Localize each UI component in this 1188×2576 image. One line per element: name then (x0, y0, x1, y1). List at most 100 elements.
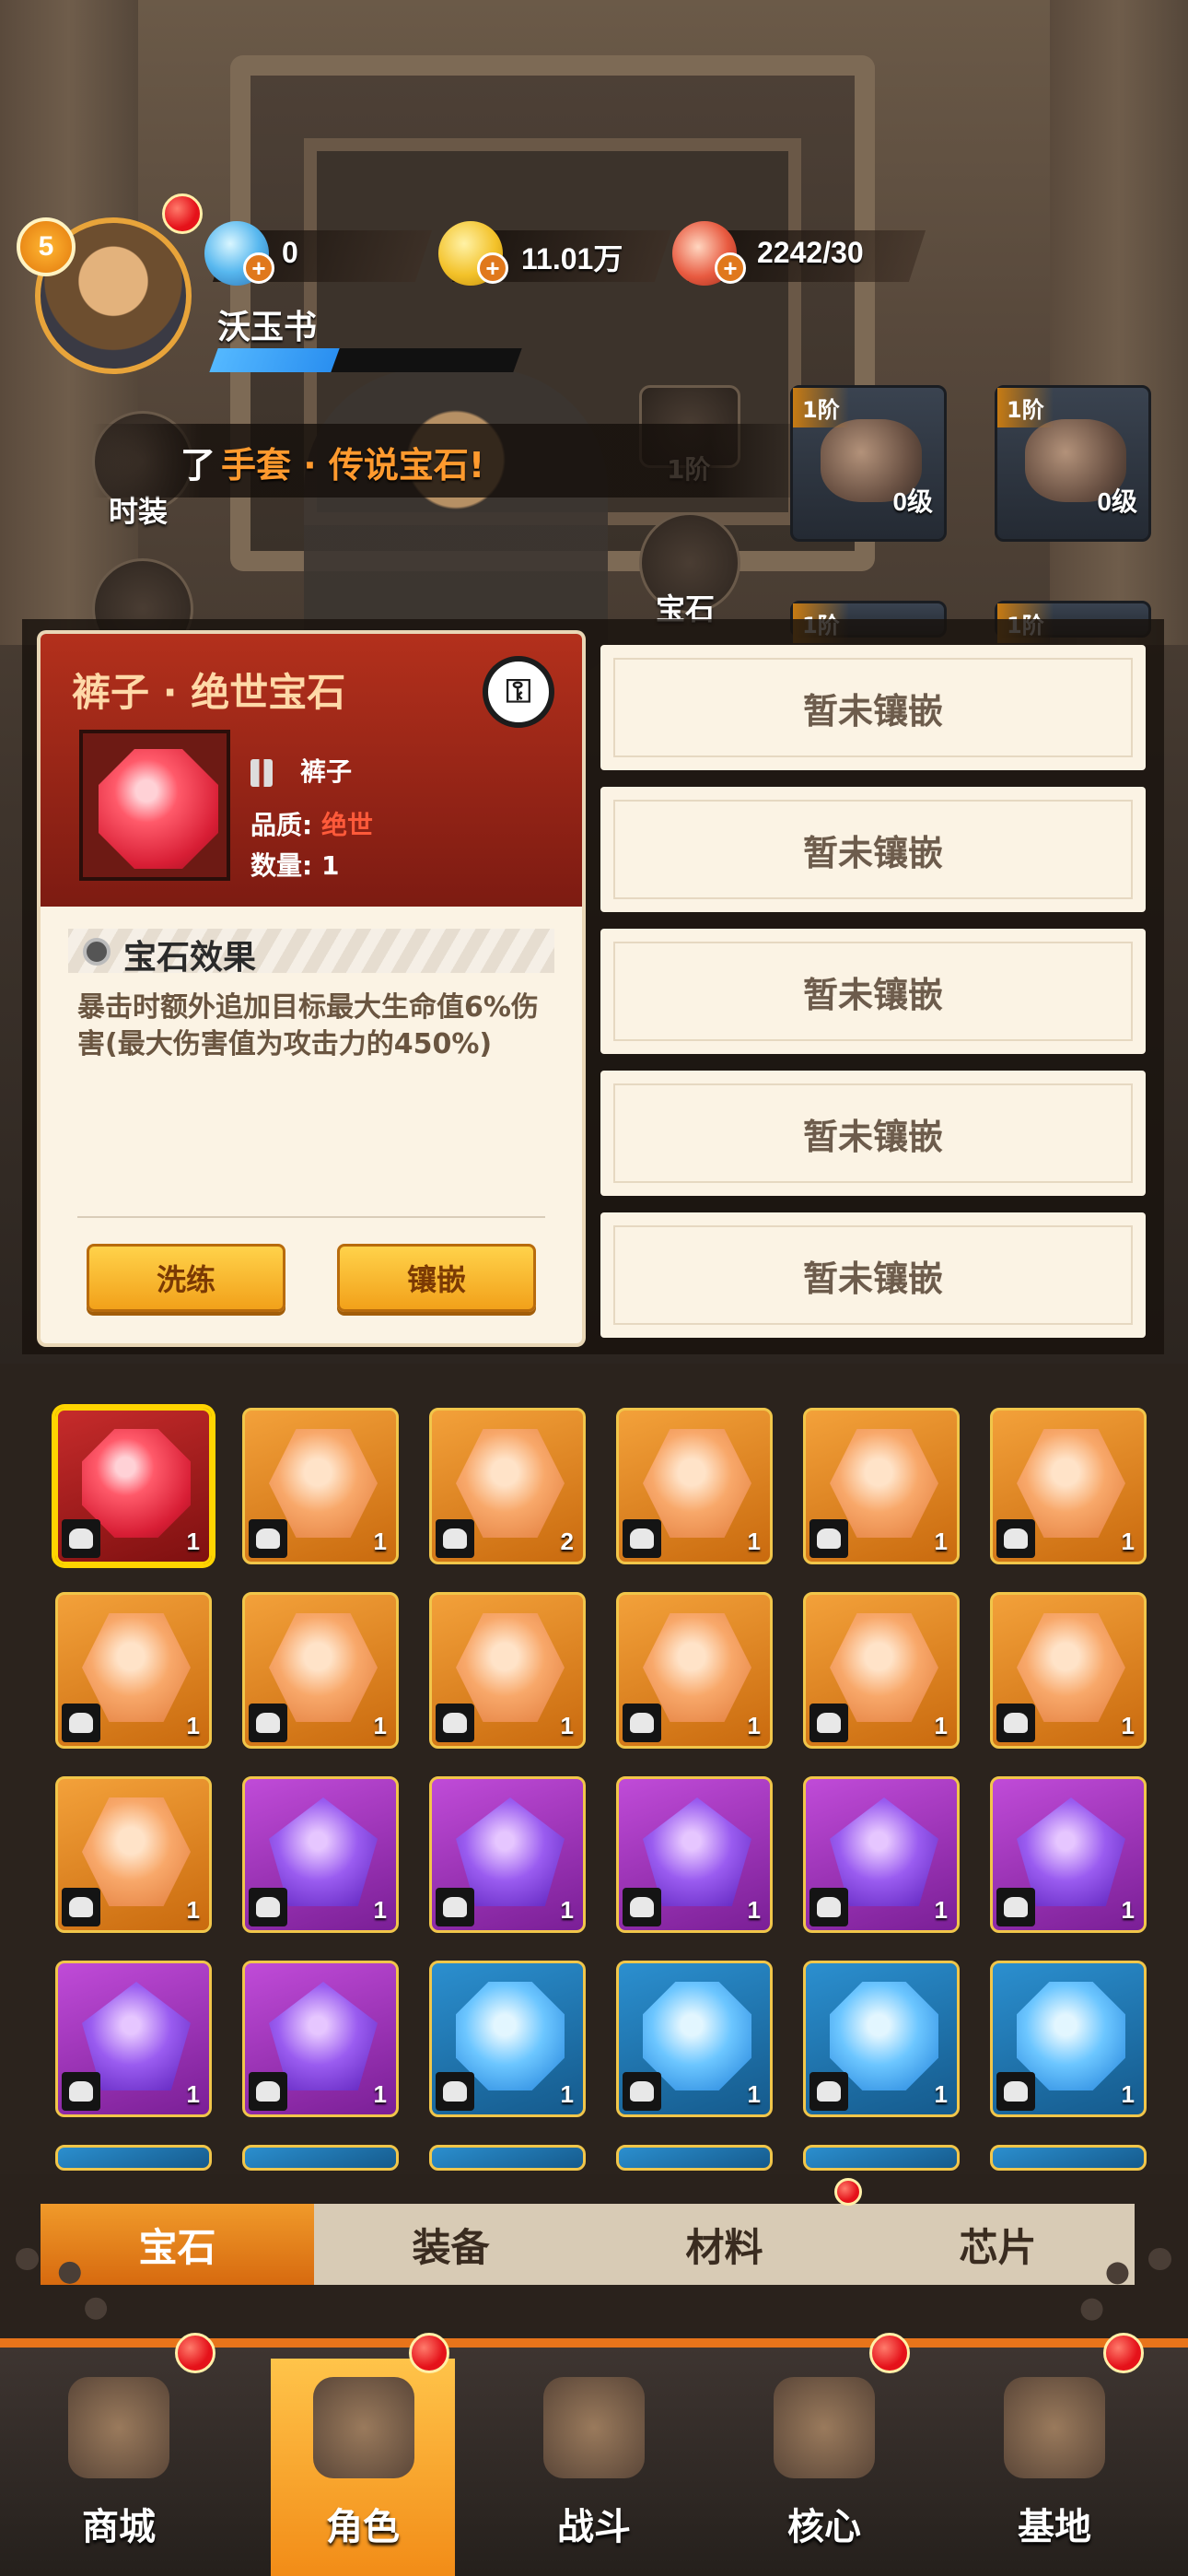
nav-core-label: 核心 (787, 2506, 861, 2548)
gem-count: 1 (373, 1712, 387, 1739)
equip-slot-gloves[interactable]: 1阶 0级 (995, 385, 1151, 542)
boots-icon (996, 1888, 1035, 1926)
quality-label: 品质: (250, 810, 313, 840)
helmet-icon (623, 2072, 661, 2111)
gem-count: 1 (1121, 1528, 1135, 1555)
gem-item[interactable]: 1 (990, 1592, 1147, 1749)
hand-icon (809, 1704, 848, 1742)
gem-item[interactable]: 1 (990, 1408, 1147, 1564)
gem-item[interactable]: 1 (242, 1592, 399, 1749)
gem-count: 1 (186, 1896, 200, 1924)
armor-icon (809, 2072, 848, 2111)
diamond-value: 0 (282, 236, 298, 269)
armor-icon (996, 2072, 1035, 2111)
character-icon (313, 2377, 414, 2478)
gem-item[interactable]: 1 (616, 1408, 773, 1564)
gem-count: 1 (1121, 2080, 1135, 2108)
gem-count: 1 (1121, 1896, 1135, 1924)
gem-quality-row: 品质: 绝世 (250, 805, 373, 842)
gem-item-partial[interactable] (55, 2145, 212, 2171)
equip-slot-helmet[interactable]: 1阶 0级 (790, 385, 947, 542)
boots-icon (62, 1704, 100, 1742)
gem-item-partial[interactable] (803, 2145, 960, 2171)
gem-item[interactable]: 1 (616, 1961, 773, 2117)
gem-count: 1 (934, 2080, 948, 2108)
nav-character[interactable]: 角色 (271, 2359, 455, 2576)
quality-value: 绝世 (320, 810, 373, 840)
gem-item-partial[interactable] (242, 2145, 399, 2171)
nav-core[interactable]: 核心 (705, 2359, 943, 2576)
gem-quantity-row: 数量: 1 (250, 846, 339, 883)
gem-slot-name: 裤子 (300, 756, 353, 787)
character-notification-dot (409, 2333, 449, 2373)
refine-button[interactable]: 洗练 (87, 1244, 285, 1312)
gem-item[interactable]: 1 (803, 1592, 960, 1749)
tab-chips[interactable]: 芯片 (861, 2204, 1135, 2285)
quantity-value: 1 (320, 850, 340, 881)
armor-icon (809, 1519, 848, 1558)
effect-title: 宝石效果 (123, 939, 257, 977)
gem-item[interactable]: 1 (803, 1961, 960, 2117)
gem-item[interactable]: 1 (242, 1961, 399, 2117)
helmet-icon (623, 1888, 661, 1926)
equip-tier: 1阶 (997, 388, 1054, 427)
ticker-text: 手套 · 传说宝石! (221, 445, 485, 486)
gem-item-partial[interactable] (429, 2145, 586, 2171)
socket-slot[interactable]: 暂未镶嵌 (600, 1071, 1146, 1196)
gem-item[interactable]: 1 (616, 1592, 773, 1749)
gem-count: 1 (186, 1712, 200, 1739)
socket-slot[interactable]: 暂未镶嵌 (600, 645, 1146, 770)
gem-item[interactable]: 1 (55, 1776, 212, 1933)
socket-slot[interactable]: 暂未镶嵌 (600, 929, 1146, 1054)
shop-icon (68, 2377, 169, 2478)
gem-item[interactable]: 2 (429, 1408, 586, 1564)
gem-item[interactable]: 1 (429, 1592, 586, 1749)
socket-slot[interactable]: 暂未镶嵌 (600, 1212, 1146, 1338)
gem-title: 裤子 · 绝世宝石 (72, 670, 346, 715)
gem-item[interactable]: 1 (990, 1776, 1147, 1933)
gem-item-partial[interactable] (990, 2145, 1147, 2171)
gem-count: 1 (747, 1528, 761, 1555)
ticker-prefix: 了 (181, 445, 216, 486)
nav-shop[interactable]: 商城 (0, 2359, 238, 2576)
gem-count: 1 (934, 1712, 948, 1739)
gem-count: 2 (560, 1528, 574, 1555)
add-coin-button[interactable]: + (477, 252, 508, 284)
gem-item[interactable]: 1 (429, 1776, 586, 1933)
gem-item[interactable]: 1 (803, 1776, 960, 1933)
gem-item[interactable]: 1 (803, 1408, 960, 1564)
tab-materials[interactable]: 材料 (588, 2204, 861, 2285)
gem-item[interactable]: 1 (616, 1776, 773, 1933)
helmet-icon (249, 1519, 287, 1558)
armor-icon (623, 1519, 661, 1558)
gem-item[interactable]: 1 (429, 1961, 586, 2117)
meat-value: 2242/30 (757, 236, 864, 269)
lock-button[interactable]: ⚿ (483, 656, 554, 728)
helmet-icon (436, 1519, 474, 1558)
gem-item[interactable]: 1 (55, 1961, 212, 2117)
gem-item[interactable]: 1 (242, 1776, 399, 1933)
pants-icon (249, 2072, 287, 2111)
xp-bar (209, 348, 522, 372)
gem-item[interactable]: 1 (55, 1408, 212, 1564)
socket-slot[interactable]: 暂未镶嵌 (600, 787, 1146, 912)
level-badge: 5 (17, 217, 76, 276)
gem-item-partial[interactable] (616, 2145, 773, 2171)
add-diamond-button[interactable]: + (243, 252, 274, 284)
gem-item[interactable]: 1 (55, 1592, 212, 1749)
inlay-button[interactable]: 镶嵌 (337, 1244, 536, 1312)
add-meat-button[interactable]: + (715, 252, 746, 284)
gem-count: 1 (747, 1896, 761, 1924)
gem-item[interactable]: 1 (990, 1961, 1147, 2117)
gem-count: 1 (934, 1896, 948, 1924)
lock-icon: ⚿ (506, 673, 531, 710)
gloves-icon (436, 1704, 474, 1742)
pants-icon (250, 759, 273, 787)
battle-icon (543, 2377, 645, 2478)
nav-base[interactable]: 基地 (936, 2359, 1173, 2576)
nav-character-label: 角色 (326, 2506, 400, 2548)
gem-count: 1 (373, 1896, 387, 1924)
gem-item[interactable]: 1 (242, 1408, 399, 1564)
tab-equipment[interactable]: 装备 (314, 2204, 588, 2285)
nav-battle[interactable]: 战斗 (475, 2359, 713, 2576)
